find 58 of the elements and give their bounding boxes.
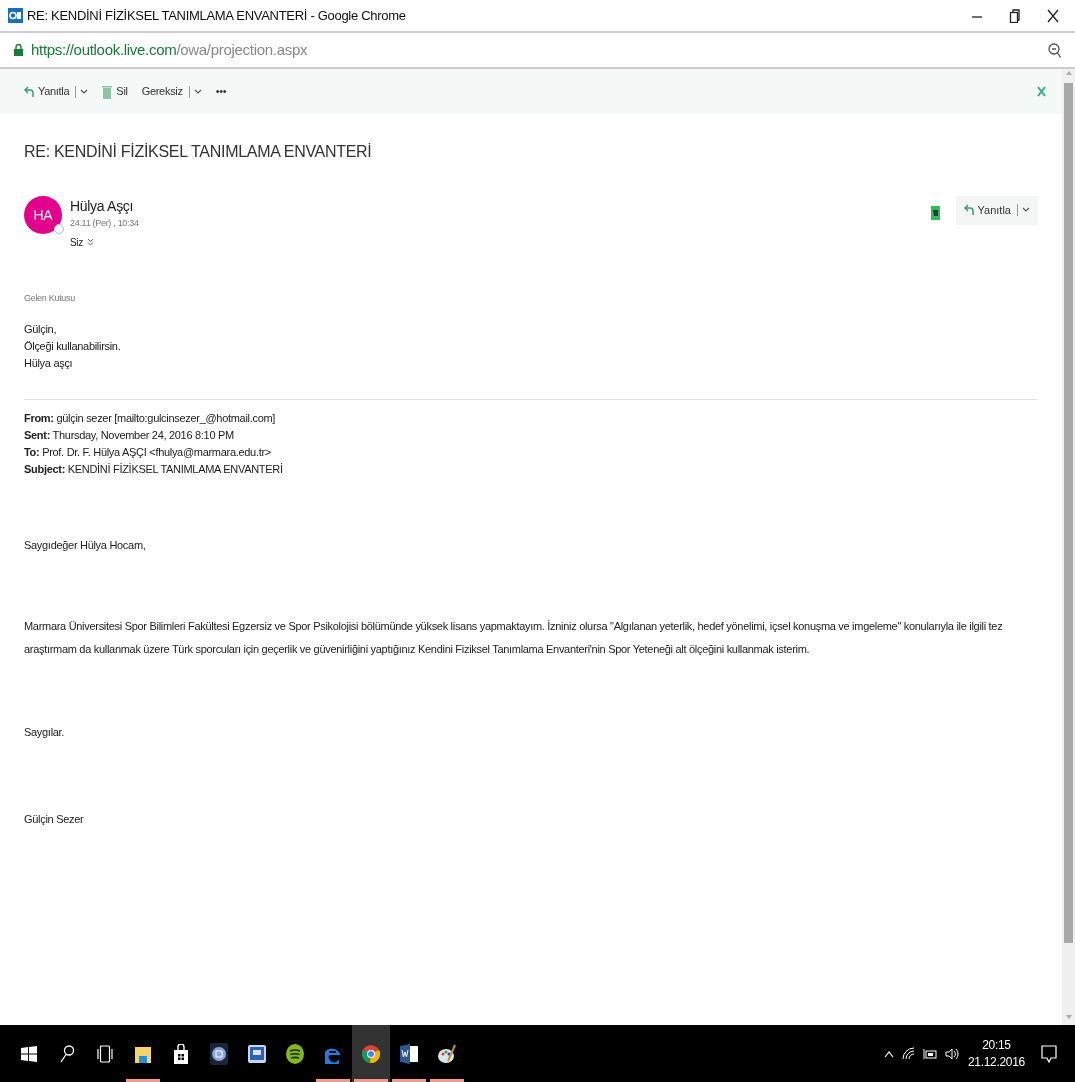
message-date: 24.11 (Per) , 10:34 <box>70 217 139 230</box>
quoted-header-line: From: gülçin sezer [mailto:gulcinsezer_@hotmail.com] <box>24 411 277 426</box>
body-paragraph: Gülçin Sezer <box>24 812 85 827</box>
task-view-icon <box>97 1044 113 1063</box>
more-button[interactable]: ••• <box>215 83 227 100</box>
reply-arrow-icon <box>24 85 34 98</box>
recipient: Siz <box>70 235 83 250</box>
chevron-up-icon[interactable] <box>883 1049 894 1058</box>
clock-time[interactable]: 20:15 <box>967 1036 1025 1054</box>
paint-palette-icon <box>438 1043 456 1064</box>
presence-icon <box>54 224 64 234</box>
message-subject: RE: KENDİNİ FİZİKSEL TANIMLAMA ENVANTERİ <box>24 142 373 162</box>
body-paragraph: Saygıdeğer Hülya Hocam, <box>24 538 147 553</box>
avatar: HA <box>24 196 62 234</box>
reply-line: Ölçeği kullanabilirsin. <box>24 339 122 354</box>
spotify-icon <box>286 1043 304 1064</box>
reply-line: Hülya aşçı <box>24 356 74 371</box>
wifi-icon[interactable] <box>901 1047 915 1060</box>
restore-icon[interactable] <box>1009 8 1021 23</box>
grid-app-icon <box>210 1042 228 1065</box>
reply-arrow-icon <box>963 204 974 217</box>
close-icon[interactable] <box>1047 8 1059 23</box>
outlook-logo-icon <box>8 8 23 23</box>
expand-icon[interactable] <box>87 238 94 246</box>
quoted-header-line: Sent: Thursday, November 24, 2016 8:10 PM <box>24 428 235 443</box>
clock-date[interactable]: 21.12.2016 <box>967 1053 1025 1071</box>
body-paragraph: Saygılar. <box>24 725 66 740</box>
address-url[interactable]: https://outlook.live.com/owa/projection.aspx <box>31 38 308 62</box>
caret-icon <box>1022 207 1030 214</box>
lock-icon <box>14 44 23 56</box>
caret-icon <box>80 88 89 95</box>
taskbar-button[interactable] <box>352 1025 390 1082</box>
notification-icon[interactable] <box>1041 1044 1057 1063</box>
junk-button[interactable]: Gereksiz <box>141 83 202 100</box>
chrome-browser-icon <box>362 1044 380 1063</box>
shopping-bag-icon <box>173 1043 189 1064</box>
zoom-icon[interactable] <box>1048 42 1061 58</box>
quoted-header-line: Subject: KENDİNİ FİZİKSEL TANIMLAMA ENVANTERİ <box>24 462 284 477</box>
word-doc-icon <box>400 1043 418 1064</box>
trash-icon <box>102 84 113 99</box>
reply-button[interactable]: Yanıtla <box>955 196 1038 225</box>
caret-icon <box>193 88 202 95</box>
reply-button[interactable]: Yanıtla <box>24 83 89 100</box>
battery-icon[interactable] <box>922 1047 937 1060</box>
search-icon <box>60 1044 74 1063</box>
reply-line: Gülçin, <box>24 322 58 337</box>
windows-logo-icon <box>21 1045 37 1062</box>
scrollbar-thumb[interactable] <box>1064 83 1073 943</box>
quoted-header-line: To: Prof. Dr. F. Hülya AŞÇI <fhulya@marmara.edu.tr> <box>24 445 272 460</box>
sender-name: Hülya Aşçı <box>70 197 135 216</box>
window-title: RE: KENDİNİ FİZİKSEL TANIMLAMA ENVANTERİ - Google Chrome <box>27 6 406 25</box>
delete-button[interactable]: Sil <box>102 83 128 100</box>
folder-label: Gelen Kutusu <box>24 291 76 305</box>
folder-icon <box>135 1044 151 1063</box>
evernote-icon[interactable] <box>930 206 940 220</box>
speaker-icon[interactable] <box>944 1047 960 1060</box>
chat-app-icon <box>248 1044 266 1063</box>
body-paragraph: Marmara Üniversitesi Spor Bilimleri Fakültesi Egzersiz ve Spor Psikolojisi bölümünde yüksek lisans yapmaktayım. İzniniz olursa "Algılanan yeterlik, hedef yönelimi, içsel konuşma ve imgeleme" konularıyla ile ilgili tez araştırmam da kullanmak üzere Türk sporcuları için geçerlik ve güvenirliğini yaptığınız Kendini Fiziksel Tanımlama Envanteri'nin Spor Yeteneği alt ölçeğini kullanmak isterim. <box>24 619 1004 657</box>
